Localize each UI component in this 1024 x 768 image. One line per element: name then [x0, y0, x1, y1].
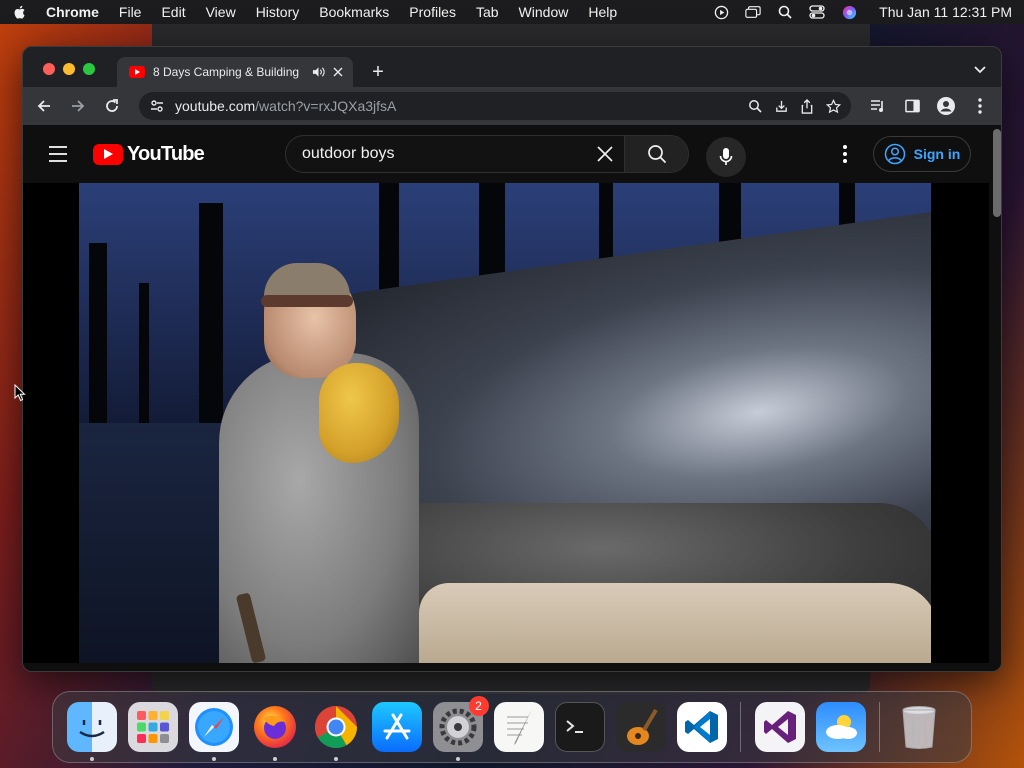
youtube-masthead: YouTube Sign in: [23, 125, 1001, 183]
url-host: youtube.com: [175, 98, 256, 114]
share-icon[interactable]: [799, 98, 815, 114]
minimize-window-button[interactable]: [63, 63, 75, 75]
menu-bar-clock[interactable]: Thu Jan 11 12:31 PM: [879, 4, 1012, 20]
garageband-icon[interactable]: [615, 702, 666, 752]
notification-badge: 2: [468, 696, 489, 716]
back-button[interactable]: [33, 95, 55, 117]
chrome-icon[interactable]: [311, 702, 361, 761]
visual-studio-icon[interactable]: [754, 702, 805, 752]
screen-mirroring-icon[interactable]: [745, 4, 761, 20]
youtube-search-box: [285, 135, 689, 173]
safari-icon[interactable]: [188, 702, 239, 761]
chrome-menu-icon[interactable]: [969, 95, 991, 117]
control-center-icon[interactable]: [809, 4, 825, 20]
side-panel-icon[interactable]: [901, 95, 923, 117]
apple-menu-icon[interactable]: [12, 4, 28, 20]
video-frame[interactable]: [79, 183, 931, 663]
sign-in-button[interactable]: Sign in: [873, 136, 971, 172]
menu-app-name[interactable]: Chrome: [46, 4, 99, 20]
reload-button[interactable]: [101, 95, 123, 117]
install-app-icon[interactable]: [773, 98, 789, 114]
dock-separator: [879, 702, 880, 752]
system-settings-icon[interactable]: 2: [432, 696, 489, 761]
guide-menu-icon[interactable]: [47, 143, 71, 165]
menu-view[interactable]: View: [206, 4, 236, 20]
tab-search-chevron-icon[interactable]: [973, 65, 987, 75]
media-controls-icon[interactable]: [867, 95, 889, 117]
youtube-logo-text: YouTube: [127, 143, 205, 165]
macos-menu-bar: Chrome File Edit View History Bookmarks …: [0, 0, 1024, 24]
page-scrollbar[interactable]: [993, 129, 1001, 217]
tab-strip: 8 Days Camping & Building +: [23, 47, 1001, 87]
address-bar[interactable]: youtube.com/watch?v=rxJQXa3jfsA: [139, 92, 851, 120]
terminal-icon[interactable]: [554, 702, 605, 752]
tab-close-icon[interactable]: [331, 65, 345, 79]
menu-bookmarks[interactable]: Bookmarks: [319, 4, 389, 20]
running-indicator: [455, 757, 460, 761]
search-input[interactable]: [286, 136, 586, 172]
trash-icon[interactable]: [894, 702, 944, 752]
menu-history[interactable]: History: [256, 4, 300, 20]
account-circle-icon: [884, 143, 905, 165]
weather-icon[interactable]: [815, 702, 866, 752]
url-path: /watch?v=rxJQXa3jfsA: [255, 98, 397, 114]
close-window-button[interactable]: [43, 63, 55, 75]
video-headlamp: [261, 295, 353, 307]
browser-toolbar: youtube.com/watch?v=rxJQXa3jfsA: [23, 87, 1001, 125]
menu-window[interactable]: Window: [519, 4, 569, 20]
launchpad-icon[interactable]: [127, 702, 178, 752]
dock-separator: [740, 702, 741, 752]
settings-more-icon[interactable]: [835, 143, 855, 165]
youtube-page: YouTube Sign in: [23, 125, 1001, 671]
macos-dock: 2: [52, 691, 972, 763]
app-store-icon[interactable]: [371, 702, 422, 752]
forward-button[interactable]: [67, 95, 89, 117]
window-controls: [43, 63, 95, 75]
chrome-window: 8 Days Camping & Building + youtube.com/…: [22, 46, 1002, 672]
sign-in-label: Sign in: [913, 146, 961, 162]
running-indicator: [211, 757, 216, 761]
clear-search-icon[interactable]: [586, 136, 624, 172]
video-player[interactable]: [23, 183, 989, 663]
youtube-favicon-icon: [129, 66, 145, 78]
site-info-icon[interactable]: [149, 98, 165, 114]
new-tab-button[interactable]: +: [369, 62, 387, 82]
firefox-icon[interactable]: [250, 702, 300, 761]
menu-profiles[interactable]: Profiles: [409, 4, 456, 20]
zoom-window-button[interactable]: [83, 63, 95, 75]
menu-help[interactable]: Help: [588, 4, 617, 20]
menu-tab[interactable]: Tab: [476, 4, 499, 20]
youtube-logo[interactable]: YouTube: [93, 143, 205, 166]
textedit-icon[interactable]: [493, 702, 544, 752]
video-blanket: [419, 583, 931, 663]
zoom-search-icon[interactable]: [747, 98, 763, 114]
youtube-play-logo-icon: [93, 144, 123, 165]
voice-search-button[interactable]: [706, 137, 746, 177]
url-text[interactable]: youtube.com/watch?v=rxJQXa3jfsA: [175, 98, 737, 114]
siri-icon[interactable]: [841, 4, 857, 20]
vscode-icon[interactable]: [676, 702, 727, 752]
running-indicator: [89, 757, 94, 761]
mouse-pointer-icon: [14, 384, 26, 402]
bookmark-star-icon[interactable]: [825, 98, 841, 114]
search-button[interactable]: [624, 136, 688, 172]
finder-icon[interactable]: [66, 702, 117, 761]
profile-avatar-icon[interactable]: [935, 95, 957, 117]
spotlight-search-icon[interactable]: [777, 4, 793, 20]
tab-title: 8 Days Camping & Building: [153, 65, 300, 79]
below-player-area: [23, 663, 989, 671]
running-indicator: [333, 757, 338, 761]
tab-audio-icon[interactable]: [311, 65, 325, 79]
running-indicator: [272, 757, 277, 761]
menu-file[interactable]: File: [119, 4, 142, 20]
screen-record-icon[interactable]: [713, 4, 729, 20]
tab-youtube-video[interactable]: 8 Days Camping & Building: [117, 57, 353, 87]
menu-edit[interactable]: Edit: [161, 4, 185, 20]
